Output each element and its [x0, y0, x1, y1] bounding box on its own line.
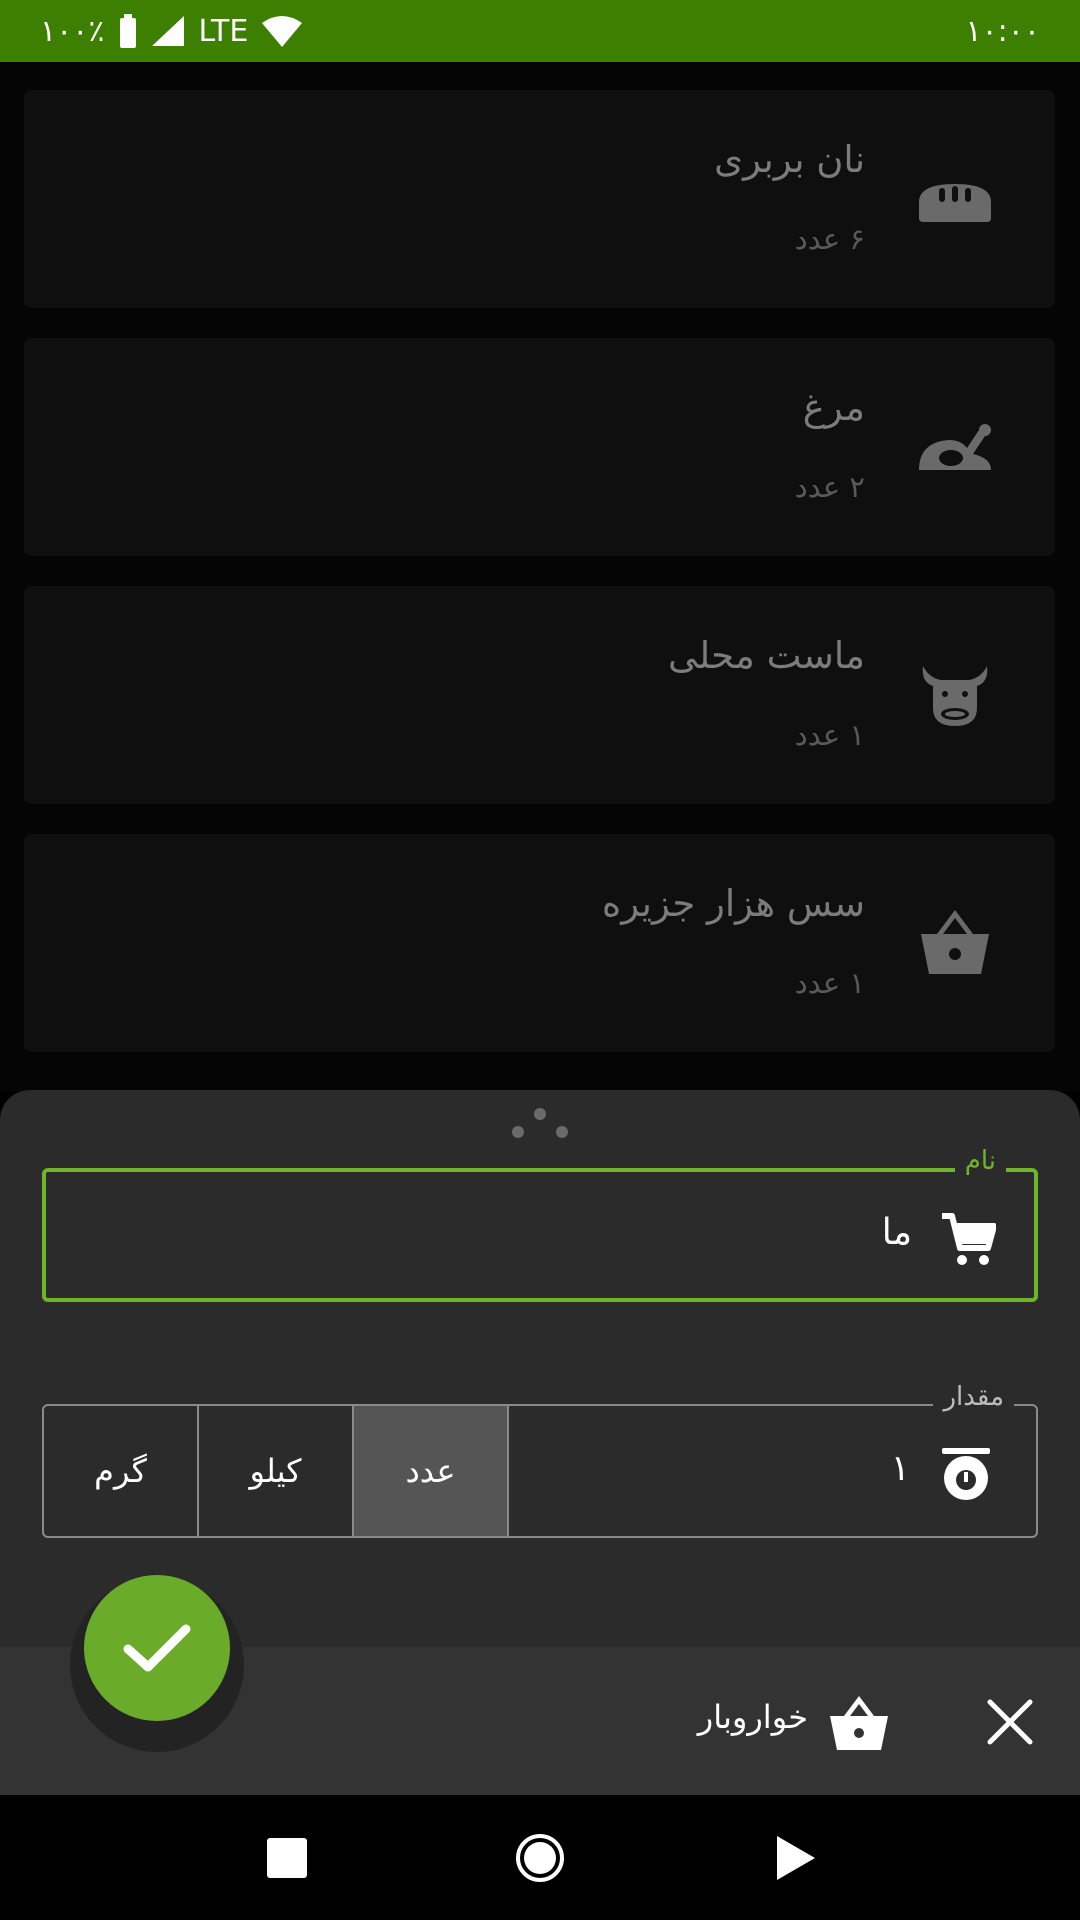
item-name: مرغ — [802, 386, 865, 429]
bread-icon — [919, 184, 991, 222]
check-icon — [123, 1624, 191, 1672]
item-quantity: ۶ عدد — [794, 222, 865, 256]
item-list: نان بربری ۶ عدد مرغ ۲ عدد ماست محلی ۱ عد… — [0, 62, 1080, 1092]
list-item[interactable]: مرغ ۲ عدد — [24, 338, 1055, 556]
amount-input[interactable]: ۱ — [891, 1448, 910, 1489]
unit-kilo[interactable]: کیلو — [199, 1406, 354, 1536]
status-icons: ۱۰۰٪ LTE — [40, 13, 303, 49]
add-item-sheet: نام ما مقدار ۱ گرم کیلو عدد — [0, 1090, 1080, 1647]
battery-icon — [120, 14, 137, 48]
close-icon[interactable] — [982, 1694, 1038, 1750]
unit-selector: گرم کیلو عدد — [44, 1406, 509, 1536]
status-bar: ۱۰۰٪ LTE ۱۰:۰۰ — [0, 0, 1080, 62]
basket-icon — [921, 910, 989, 974]
cow-icon — [922, 666, 988, 726]
unit-count[interactable]: عدد — [354, 1406, 509, 1536]
amount-field[interactable]: مقدار ۱ گرم کیلو عدد — [42, 1382, 1038, 1538]
cart-icon — [942, 1213, 996, 1265]
wifi-icon — [262, 16, 303, 47]
list-item[interactable]: نان بربری ۶ عدد — [24, 90, 1055, 308]
name-input[interactable]: ما — [882, 1212, 912, 1253]
item-name: ماست محلی — [668, 634, 865, 677]
clock: ۱۰:۰۰ — [965, 13, 1040, 49]
chicken-icon — [919, 424, 991, 470]
confirm-button[interactable] — [84, 1575, 230, 1721]
list-item[interactable]: ماست محلی ۱ عدد — [24, 586, 1055, 804]
list-item[interactable]: سس هزار جزیره ۱ عدد — [24, 834, 1055, 1052]
item-name: نان بربری — [714, 138, 865, 181]
name-field-label: نام — [954, 1146, 1006, 1176]
unit-gram[interactable]: گرم — [44, 1406, 199, 1536]
amount-field-label: مقدار — [933, 1382, 1014, 1412]
item-name: سس هزار جزیره — [601, 882, 865, 925]
item-quantity: ۱ عدد — [794, 718, 865, 752]
category-basket-icon[interactable] — [828, 1692, 890, 1754]
battery-percent: ۱۰۰٪ — [40, 13, 105, 49]
drag-handle-icon[interactable] — [510, 1106, 570, 1140]
scale-icon — [942, 1448, 990, 1500]
category-label[interactable]: خواروبار — [698, 1698, 808, 1736]
network-type: LTE — [198, 13, 249, 49]
item-quantity: ۲ عدد — [794, 470, 865, 504]
signal-icon — [152, 16, 185, 46]
back-icon[interactable] — [765, 1830, 821, 1886]
system-nav-bar — [0, 1795, 1080, 1920]
home-icon[interactable] — [512, 1830, 568, 1886]
recents-icon[interactable] — [259, 1830, 315, 1886]
name-field[interactable]: نام ما — [42, 1146, 1038, 1302]
item-quantity: ۱ عدد — [794, 966, 865, 1000]
